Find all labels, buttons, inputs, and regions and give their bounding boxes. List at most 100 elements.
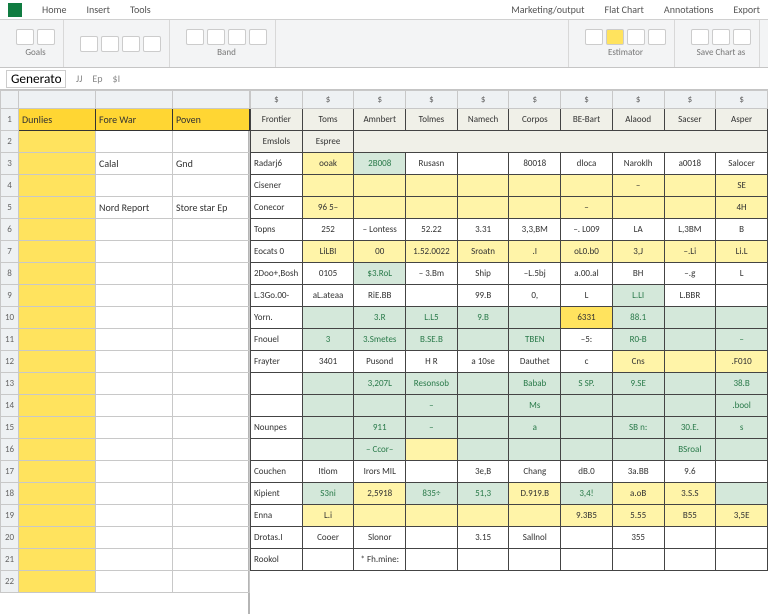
cell[interactable]: [173, 395, 250, 417]
cell[interactable]: [19, 549, 96, 571]
cell-header[interactable]: Dunlies: [19, 109, 96, 131]
cell-header[interactable]: Asper: [716, 109, 768, 131]
cell[interactable]: [173, 175, 250, 197]
cell[interactable]: [19, 197, 96, 219]
cell[interactable]: Pusond: [354, 351, 406, 373]
cell[interactable]: [664, 351, 716, 373]
cell[interactable]: [561, 395, 613, 417]
cell[interactable]: LA: [612, 219, 664, 241]
cell[interactable]: [173, 461, 250, 483]
row-label[interactable]: 2Doo+,Bosh: [251, 263, 303, 285]
cell[interactable]: a.oB: [612, 483, 664, 505]
row-label[interactable]: Frayter: [251, 351, 303, 373]
cell[interactable]: 9.6: [664, 461, 716, 483]
cell[interactable]: –: [716, 329, 768, 351]
row-header[interactable]: 22: [1, 571, 19, 593]
cell[interactable]: RiE.BB: [354, 285, 406, 307]
cell[interactable]: [457, 329, 509, 351]
cell[interactable]: [509, 307, 561, 329]
cell[interactable]: [173, 285, 250, 307]
cell[interactable]: L: [561, 285, 613, 307]
left-grid[interactable]: 1 Dunlies Fore War Poven 23CalalGnd45Nor…: [0, 90, 250, 593]
cell[interactable]: [406, 549, 458, 571]
cell[interactable]: Cns: [612, 351, 664, 373]
cell[interactable]: Slonor: [354, 527, 406, 549]
cell[interactable]: [173, 439, 250, 461]
menu-insert[interactable]: Insert: [86, 3, 110, 16]
cell[interactable]: [612, 197, 664, 219]
cell[interactable]: [19, 483, 96, 505]
cell[interactable]: 3.S.S: [664, 483, 716, 505]
cell[interactable]: ooak: [302, 153, 354, 175]
cell[interactable]: c: [561, 351, 613, 373]
row-header[interactable]: 15: [1, 417, 19, 439]
cell[interactable]: [96, 241, 173, 263]
cell[interactable]: [457, 373, 509, 395]
cell[interactable]: – Lontess: [354, 219, 406, 241]
cell[interactable]: [302, 373, 354, 395]
cell[interactable]: [561, 549, 613, 571]
cell[interactable]: 00: [354, 241, 406, 263]
row-header[interactable]: 21: [1, 549, 19, 571]
cell[interactable]: [19, 241, 96, 263]
cell[interactable]: [96, 351, 173, 373]
cell[interactable]: 355: [612, 527, 664, 549]
cell[interactable]: [19, 329, 96, 351]
row-header[interactable]: 5: [1, 197, 19, 219]
col-header[interactable]: $: [664, 91, 716, 109]
cell[interactable]: [19, 219, 96, 241]
row-header[interactable]: 4: [1, 175, 19, 197]
row-header[interactable]: 16: [1, 439, 19, 461]
cell[interactable]: [354, 175, 406, 197]
left-sheet-pane[interactable]: 1 Dunlies Fore War Poven 23CalalGnd45Nor…: [0, 90, 250, 614]
cell[interactable]: [561, 439, 613, 461]
cell[interactable]: Espree: [302, 131, 354, 153]
cell[interactable]: L,3BM: [664, 219, 716, 241]
cell[interactable]: 2B008: [354, 153, 406, 175]
ribbon-button[interactable]: [691, 29, 709, 45]
ribbon-button[interactable]: [733, 29, 751, 45]
cell[interactable]: LiLBI: [302, 241, 354, 263]
cell[interactable]: 3.15: [457, 527, 509, 549]
row-header[interactable]: 9: [1, 285, 19, 307]
cell-header[interactable]: Fore War: [96, 109, 173, 131]
cell-header[interactable]: Tolmes: [406, 109, 458, 131]
cell[interactable]: 51,3: [457, 483, 509, 505]
right-grid[interactable]: $ $ $ $ $ $ $ $ $ $ FrontierTomsAmnbertT…: [250, 90, 768, 571]
row-header[interactable]: 2: [1, 131, 19, 153]
row-label[interactable]: Eocats 0: [251, 241, 303, 263]
cell[interactable]: B55: [664, 505, 716, 527]
cell[interactable]: –5:: [561, 329, 613, 351]
cell[interactable]: [96, 307, 173, 329]
row-label[interactable]: Rookol: [251, 549, 303, 571]
cell[interactable]: [19, 395, 96, 417]
cell[interactable]: [96, 483, 173, 505]
cell[interactable]: –. L009: [561, 219, 613, 241]
cell[interactable]: [302, 417, 354, 439]
row-header[interactable]: 20: [1, 527, 19, 549]
cell[interactable]: [96, 395, 173, 417]
cell[interactable]: [457, 153, 509, 175]
cell[interactable]: [509, 505, 561, 527]
cell[interactable]: a 10se: [457, 351, 509, 373]
col-header[interactable]: $: [716, 91, 768, 109]
cell-header[interactable]: Alaood: [612, 109, 664, 131]
row-label[interactable]: [251, 395, 303, 417]
col-header[interactable]: [96, 91, 173, 109]
cell[interactable]: 3: [302, 329, 354, 351]
cell[interactable]: [354, 505, 406, 527]
cell[interactable]: [173, 483, 250, 505]
ribbon-button[interactable]: [122, 36, 140, 52]
cell[interactable]: [19, 439, 96, 461]
ribbon-button[interactable]: [186, 29, 204, 45]
cell[interactable]: $3.RoL: [354, 263, 406, 285]
ribbon-button[interactable]: [101, 36, 119, 52]
cell[interactable]: TBEN: [509, 329, 561, 351]
row-header[interactable]: 14: [1, 395, 19, 417]
row-label[interactable]: L.3Go.00-: [251, 285, 303, 307]
row-label[interactable]: Yorn.: [251, 307, 303, 329]
row-header[interactable]: 13: [1, 373, 19, 395]
cell[interactable]: 3,5E: [716, 505, 768, 527]
cell-header[interactable]: Amnbert: [354, 109, 406, 131]
cell[interactable]: –.g: [664, 263, 716, 285]
